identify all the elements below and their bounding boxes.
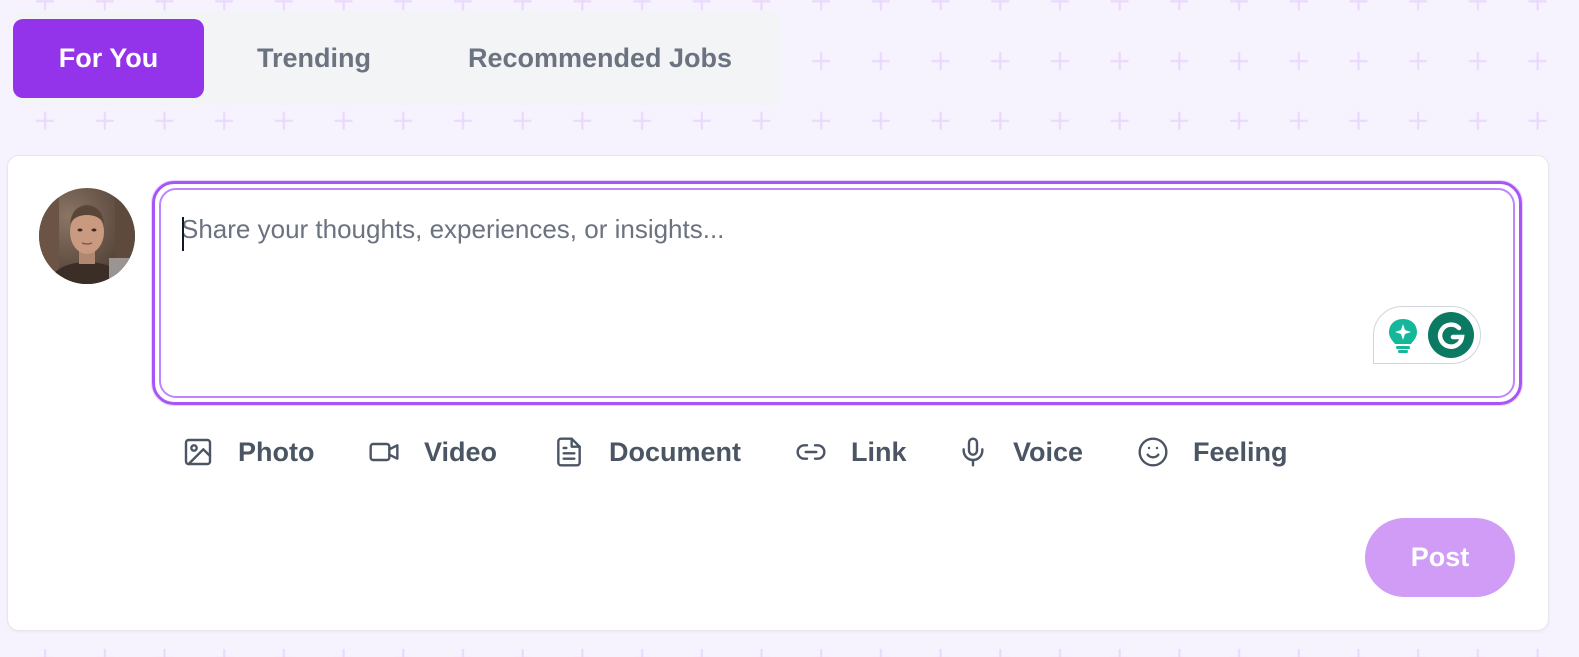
document-label: Document xyxy=(609,436,742,467)
video-label: Video xyxy=(424,436,498,467)
post-composer xyxy=(152,181,1522,405)
link-label: Link xyxy=(851,436,907,467)
avatar[interactable] xyxy=(39,188,135,284)
document-icon xyxy=(557,437,581,467)
voice-label: Voice xyxy=(1013,436,1084,467)
tab-trending[interactable]: Trending xyxy=(216,19,412,98)
feeling-button[interactable]: Feeling xyxy=(1137,431,1288,473)
lightbulb-sparkle-icon[interactable] xyxy=(1385,317,1421,355)
video-button[interactable]: Video xyxy=(368,431,497,473)
link-icon xyxy=(796,444,826,460)
grammarly-widget[interactable] xyxy=(1373,306,1481,364)
document-button[interactable]: Document xyxy=(553,431,741,473)
feeling-label: Feeling xyxy=(1193,436,1288,467)
voice-button[interactable]: Voice xyxy=(957,431,1083,473)
tab-recommended-jobs[interactable]: Recommended Jobs xyxy=(443,19,757,98)
post-button[interactable]: Post xyxy=(1365,518,1515,597)
photo-button[interactable]: Photo xyxy=(182,431,314,473)
photo-label: Photo xyxy=(238,436,315,467)
image-icon xyxy=(184,438,212,466)
microphone-icon xyxy=(962,437,984,467)
post-composer-card: Photo Video Document xyxy=(7,155,1549,631)
post-text-input[interactable] xyxy=(181,214,1361,374)
feed-tabs: For You Trending Recommended Jobs xyxy=(13,11,782,105)
tab-for-you[interactable]: For You xyxy=(13,19,204,98)
link-button[interactable]: Link xyxy=(795,431,907,473)
grammarly-icon[interactable] xyxy=(1428,312,1474,358)
video-camera-icon xyxy=(369,442,399,462)
smiley-face-icon xyxy=(1138,437,1168,467)
text-caret xyxy=(182,217,184,251)
